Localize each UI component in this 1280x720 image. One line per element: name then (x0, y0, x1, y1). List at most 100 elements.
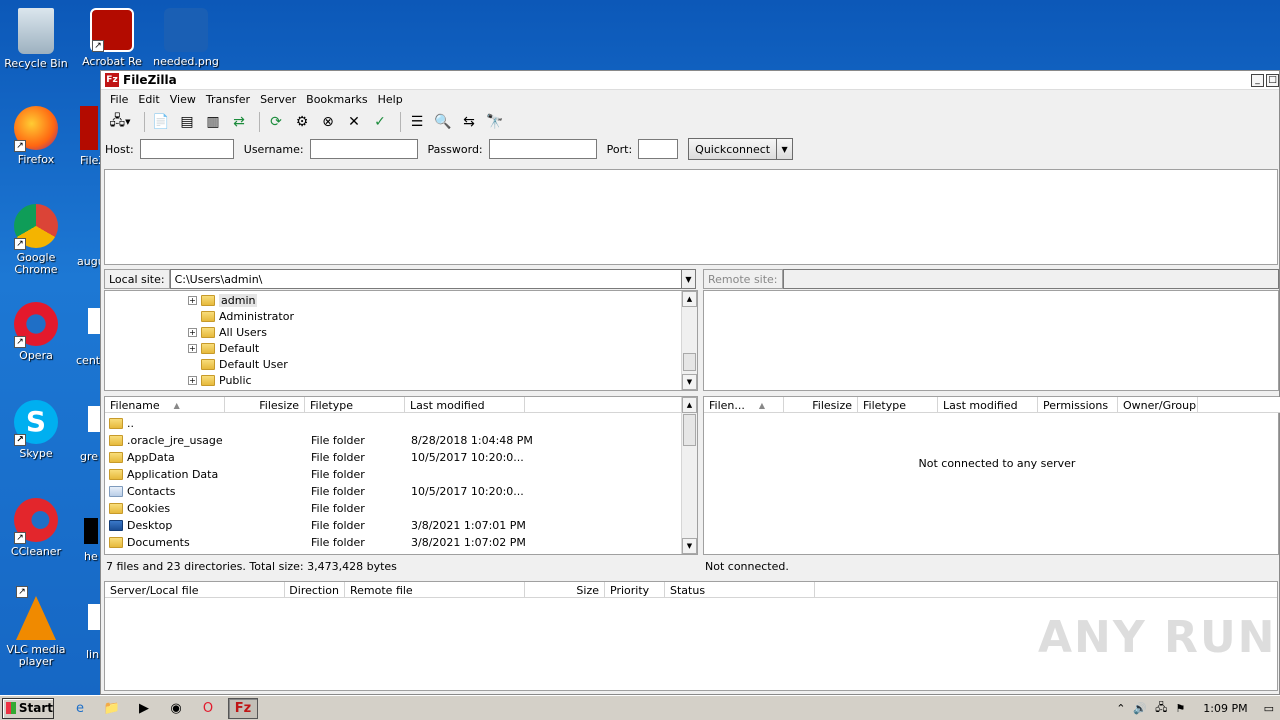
column-filesize[interactable]: Filesize (225, 397, 305, 413)
start-button[interactable]: Start (2, 697, 54, 719)
username-input[interactable] (309, 139, 418, 159)
file-row[interactable]: Application Data File folder (109, 466, 411, 483)
file-row[interactable]: Documents File folder 3/8/2021 1:07:02 P… (109, 534, 561, 551)
search-remote-files-icon[interactable]: 🔭 (484, 111, 506, 133)
column-priority[interactable]: Priority (605, 582, 665, 598)
scroll-down-arrow-icon[interactable]: ▼ (682, 374, 697, 390)
column-last-modified[interactable]: Last modified (938, 397, 1038, 413)
scroll-up-arrow-icon[interactable]: ▲ (682, 291, 697, 307)
tree-item-public[interactable]: + Public (188, 372, 252, 388)
directory-listing-filters-icon[interactable]: ☰ (406, 111, 428, 133)
port-input[interactable] (638, 139, 679, 159)
column-filetype[interactable]: Filetype (305, 397, 405, 413)
expand-icon[interactable]: + (188, 343, 197, 353)
column-filetype[interactable]: Filetype (858, 397, 938, 413)
ccleaner-icon: ↗ (14, 498, 58, 544)
chrome-taskbar-icon[interactable]: ◉ (164, 698, 188, 719)
password-input[interactable] (488, 139, 597, 159)
column-remote-file[interactable]: Remote file (345, 582, 525, 598)
file-row[interactable]: Cookies File folder (109, 500, 411, 517)
column-size[interactable]: Size (525, 582, 605, 598)
menu-bookmarks[interactable]: Bookmarks (301, 93, 372, 106)
toggle-filename-filter-icon[interactable]: 🔍 (432, 111, 454, 133)
expand-icon[interactable]: + (188, 327, 197, 337)
show-desktop-icon[interactable]: ▭ (1264, 702, 1274, 715)
file-row[interactable]: .oracle_jre_usage File folder 8/28/2018 … (109, 432, 561, 449)
toggle-message-log-icon[interactable]: 📄 (150, 111, 172, 133)
expand-icon[interactable]: + (188, 375, 197, 385)
desktop-icon-ccleaner[interactable]: ↗ CCleaner (0, 498, 72, 558)
network-icon[interactable]: 🖧 (1155, 699, 1167, 718)
desktop-icon-he-partial[interactable]: he (84, 518, 98, 563)
refresh-icon[interactable]: ⟳ (265, 111, 287, 133)
desktop-icon-vlc[interactable]: ↗ VLC media player (0, 586, 72, 668)
tree-item-default[interactable]: + Default (188, 340, 259, 356)
menu-edit[interactable]: Edit (133, 93, 164, 106)
action-center-flag-icon[interactable]: ⚑ (1175, 702, 1185, 715)
desktop-icon-skype[interactable]: S ↗ Skype (0, 400, 72, 460)
cancel-operation-icon[interactable]: ⊗ (317, 111, 339, 133)
filezilla-taskbar-icon[interactable]: Fz (228, 697, 258, 719)
menu-view[interactable]: View (165, 93, 201, 106)
tree-item-default-user[interactable]: Default User (201, 356, 288, 372)
scroll-thumb[interactable] (683, 353, 696, 371)
remote-path-input[interactable] (782, 269, 1279, 289)
expand-icon[interactable]: + (188, 295, 197, 305)
desktop-icon-firefox[interactable]: ↗ Firefox (0, 106, 72, 166)
media-player-taskbar-icon[interactable]: ▶ (132, 698, 156, 719)
file-row[interactable]: Contacts File folder 10/5/2017 10:20:0..… (109, 483, 561, 500)
internet-explorer-taskbar-icon[interactable]: e (68, 698, 92, 719)
local-tree-scrollbar[interactable]: ▲ ▼ (681, 291, 697, 390)
desktop-icon-acrobat[interactable]: ↗ Acrobat Re (76, 8, 148, 68)
toggle-local-tree-icon[interactable]: ▤ (176, 111, 198, 133)
tree-item-admin[interactable]: + admin (188, 292, 258, 308)
local-path-dropdown[interactable]: ▼ (682, 269, 696, 289)
toggle-remote-tree-icon[interactable]: ▥ (202, 111, 224, 133)
desktop-icon-chrome[interactable]: ↗ Google Chrome (0, 204, 72, 276)
column-server-local-file[interactable]: Server/Local file (105, 582, 285, 598)
column-direction[interactable]: Direction (285, 582, 345, 598)
reconnect-icon[interactable]: ✓ (369, 111, 391, 133)
local-file-list-scrollbar[interactable]: ▲ ▼ (681, 397, 697, 554)
menu-help[interactable]: Help (373, 93, 408, 106)
toggle-transfer-queue-icon[interactable]: ⇄ (228, 111, 250, 133)
column-permissions[interactable]: Permissions (1038, 397, 1118, 413)
maximize-button[interactable]: □ (1266, 73, 1279, 87)
clock[interactable]: 1:09 PM (1203, 702, 1247, 715)
remote-site-label: Remote site: (703, 269, 783, 289)
file-row[interactable]: .. (109, 415, 307, 432)
file-explorer-taskbar-icon[interactable]: 📁 (100, 698, 124, 719)
local-path-input[interactable]: C:\Users\admin\ (169, 269, 682, 289)
desktop-icon-opera[interactable]: ↗ Opera (0, 302, 72, 362)
minimize-button[interactable]: _ (1251, 73, 1264, 87)
menu-server[interactable]: Server (255, 93, 301, 106)
column-filesize[interactable]: Filesize (784, 397, 858, 413)
quickconnect-button[interactable]: Quickconnect (688, 138, 778, 160)
desktop-icon-needed-png[interactable]: needed.png (150, 8, 222, 68)
file-row[interactable]: Desktop File folder 3/8/2021 1:07:01 PM (109, 517, 561, 534)
quickconnect-history-dropdown[interactable]: ▼ (777, 138, 794, 160)
site-manager-icon[interactable]: 🖧 ▼ (105, 111, 135, 133)
column-filename[interactable]: Filename ▲ (105, 397, 225, 413)
scroll-thumb[interactable] (683, 414, 696, 446)
column-owner-group[interactable]: Owner/Group (1118, 397, 1198, 413)
scroll-down-arrow-icon[interactable]: ▼ (682, 538, 697, 554)
scroll-up-arrow-icon[interactable]: ▲ (682, 397, 697, 413)
tree-item-administrator[interactable]: Administrator (201, 308, 294, 324)
menu-file[interactable]: File (105, 93, 133, 106)
column-status[interactable]: Status (665, 582, 815, 598)
desktop-icon-lin-partial[interactable]: lin (86, 604, 100, 661)
column-filename[interactable]: Filen... ▲ (704, 397, 784, 413)
process-queue-icon[interactable]: ⚙ (291, 111, 313, 133)
show-hidden-icons-icon[interactable]: ⌃ (1116, 702, 1125, 715)
volume-icon[interactable]: 🔊 (1133, 702, 1147, 715)
menu-transfer[interactable]: Transfer (201, 93, 255, 106)
disconnect-icon[interactable]: ✕ (343, 111, 365, 133)
file-row[interactable]: AppData File folder 10/5/2017 10:20:0... (109, 449, 561, 466)
desktop-icon-recycle-bin[interactable]: Recycle Bin (0, 8, 72, 70)
column-last-modified[interactable]: Last modified (405, 397, 525, 413)
tree-item-all-users[interactable]: + All Users (188, 324, 267, 340)
host-input[interactable] (139, 139, 234, 159)
opera-taskbar-icon[interactable]: O (196, 698, 220, 719)
synchronized-browsing-icon[interactable]: ⇆ (458, 111, 480, 133)
